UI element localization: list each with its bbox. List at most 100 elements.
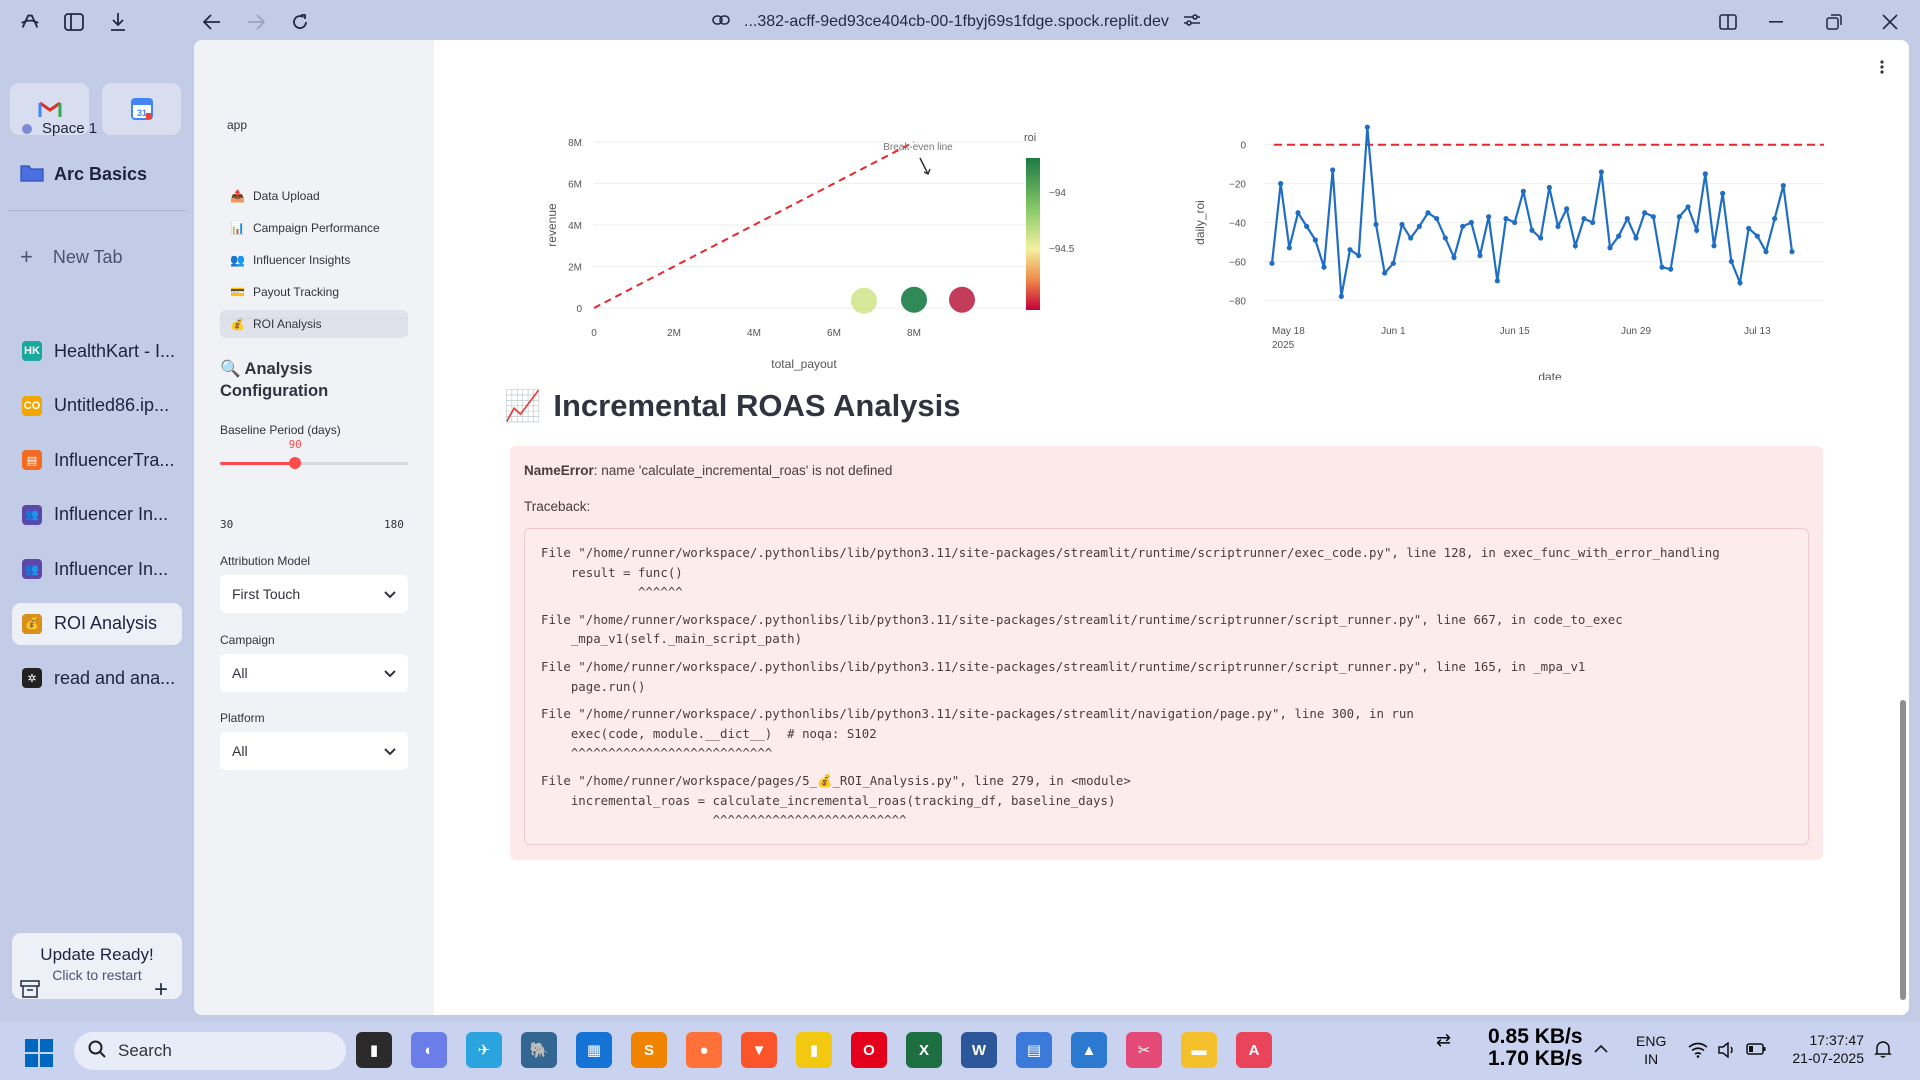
line-point[interactable] — [1278, 181, 1284, 187]
line-point[interactable] — [1408, 235, 1414, 241]
line-point[interactable] — [1633, 235, 1639, 241]
sidebar-tab[interactable]: ▤ InfluencerTra... — [12, 439, 182, 481]
line-point[interactable] — [1590, 219, 1596, 226]
line-point[interactable] — [1546, 184, 1552, 191]
opera-icon[interactable]: O — [851, 1032, 887, 1068]
notification-icon[interactable] — [1874, 1040, 1892, 1063]
line-point[interactable] — [1754, 233, 1760, 239]
payout-revenue-scatter[interactable]: 0 2M 4M 6M 8M 0 2M 4M 6M 8M Break-even line total_p… — [494, 80, 1074, 380]
line-point[interactable] — [1390, 260, 1396, 266]
line-point[interactable] — [1763, 249, 1769, 255]
snipping-icon[interactable]: ✂ — [1126, 1032, 1162, 1068]
line-point[interactable] — [1702, 171, 1708, 177]
scrollbar-thumb[interactable] — [1900, 700, 1906, 1000]
sidebar-tab[interactable]: ✲ read and ana... — [12, 657, 182, 699]
line-point[interactable] — [1572, 243, 1578, 249]
scatter-point[interactable] — [851, 287, 877, 314]
nav-item[interactable]: 👥 Influencer Insights — [220, 246, 408, 274]
line-point[interactable] — [1772, 216, 1778, 222]
sidebar-tab[interactable]: 👥 Influencer In... — [12, 494, 182, 536]
chevron-up-icon[interactable] — [1594, 1040, 1608, 1058]
line-point[interactable] — [1416, 223, 1422, 229]
line-point[interactable] — [1373, 221, 1379, 228]
line-point[interactable] — [1737, 280, 1743, 286]
line-point[interactable] — [1676, 214, 1682, 220]
back-icon[interactable] — [198, 8, 226, 36]
line-point[interactable] — [1711, 243, 1717, 249]
restore-icon[interactable] — [1820, 8, 1848, 36]
sidebar-tab[interactable]: HK HealthKart - I... — [12, 330, 182, 372]
line-point[interactable] — [1694, 227, 1700, 233]
line-point[interactable] — [1477, 252, 1483, 259]
firefox-icon[interactable]: ● — [686, 1032, 722, 1068]
folder-arc-basics[interactable]: Arc Basics — [20, 162, 147, 187]
minimize-icon[interactable] — [1762, 8, 1790, 36]
file-explorer-dark-icon[interactable]: ▮ — [356, 1032, 392, 1068]
line-point[interactable] — [1382, 270, 1388, 276]
line-point[interactable] — [1399, 221, 1405, 228]
photos-icon[interactable]: ▲ — [1071, 1032, 1107, 1068]
sidebar-toggle-icon[interactable] — [60, 8, 88, 36]
space-name[interactable]: Space 1 — [22, 120, 97, 137]
daily-roi-line-chart[interactable]: 0 −20 −40 −60 −80 May 18 2025 Jun 1 Jun 15 Jun 29… — [1164, 80, 1834, 380]
url-text[interactable]: ...382-acff-9ed93ce404cb-00-1fbyj69s1fdg… — [744, 13, 1169, 31]
archive-icon[interactable] — [20, 980, 40, 1003]
line-point[interactable] — [1624, 216, 1630, 222]
line-point[interactable] — [1780, 182, 1786, 189]
line-point[interactable] — [1728, 258, 1734, 264]
taskbar-search[interactable]: Search — [74, 1032, 346, 1070]
line-point[interactable] — [1269, 260, 1275, 266]
line-point[interactable] — [1650, 214, 1656, 220]
line-point[interactable] — [1642, 210, 1648, 216]
line-point[interactable] — [1330, 167, 1336, 173]
line-point[interactable] — [1295, 210, 1301, 216]
pgadmin-icon[interactable]: 🐘 — [521, 1032, 557, 1068]
download-icon[interactable] — [104, 8, 132, 36]
arc-browser-icon[interactable]: A — [1236, 1032, 1272, 1068]
split-view-icon[interactable] — [1714, 8, 1742, 36]
line-point[interactable] — [1321, 264, 1327, 270]
line-point[interactable] — [1486, 214, 1492, 220]
copilot-icon[interactable]: ◐ — [411, 1032, 447, 1068]
main-menu-icon[interactable] — [1880, 60, 1884, 79]
excel-icon[interactable]: X — [906, 1032, 942, 1068]
nav-item[interactable]: 💰 ROI Analysis — [220, 310, 408, 338]
slider-handle[interactable] — [289, 457, 302, 469]
add-space-icon[interactable]: + — [154, 976, 168, 1004]
line-point[interactable] — [1312, 237, 1318, 243]
close-icon[interactable] — [1876, 8, 1904, 36]
sidebar-tab[interactable]: CO Untitled86.ip... — [12, 385, 182, 427]
nav-item[interactable]: 📤 Data Upload — [220, 182, 408, 210]
scatter-point[interactable] — [901, 286, 927, 313]
nav-app-link[interactable]: app — [227, 118, 247, 132]
line-point[interactable] — [1503, 216, 1509, 222]
line-point[interactable] — [1564, 206, 1570, 212]
line-point[interactable] — [1468, 219, 1474, 226]
line-point[interactable] — [1356, 252, 1362, 259]
line-point[interactable] — [1607, 245, 1613, 251]
nav-item[interactable]: 📊 Campaign Performance — [220, 214, 408, 242]
line-point[interactable] — [1720, 190, 1726, 196]
forward-icon[interactable] — [242, 8, 270, 36]
powerbi-icon[interactable]: ▮ — [796, 1032, 832, 1068]
platform-select[interactable]: All — [220, 732, 408, 770]
line-point[interactable] — [1668, 266, 1674, 272]
line-point[interactable] — [1789, 249, 1795, 255]
url-bar[interactable]: ...382-acff-9ed93ce404cb-00-1fbyj69s1fdg… — [712, 8, 1201, 36]
line-point[interactable] — [1512, 219, 1518, 226]
nav-item[interactable]: 💳 Payout Tracking — [220, 278, 408, 306]
store-icon[interactable]: ▦ — [576, 1032, 612, 1068]
system-tray[interactable] — [1688, 1041, 1766, 1063]
line-point[interactable] — [1659, 264, 1665, 270]
line-point[interactable] — [1581, 216, 1587, 222]
line-point[interactable] — [1520, 188, 1526, 194]
campaign-select[interactable]: All — [220, 654, 408, 692]
line-point[interactable] — [1746, 225, 1752, 231]
line-point[interactable] — [1425, 210, 1431, 216]
sidebar-tab[interactable]: 👥 Influencer In... — [12, 548, 182, 590]
clock[interactable]: 17:37:47 21-07-2025 — [1784, 1031, 1864, 1067]
line-point[interactable] — [1529, 227, 1535, 233]
line-point[interactable] — [1598, 169, 1604, 175]
line-point[interactable] — [1442, 235, 1448, 241]
arc-logo-icon[interactable] — [16, 8, 44, 36]
